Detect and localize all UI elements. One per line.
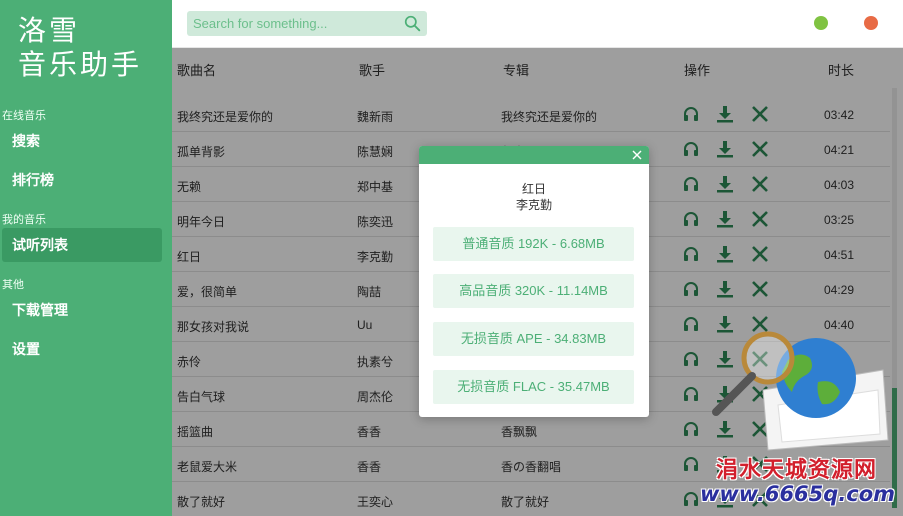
sidebar-item-charts[interactable]: 排行榜: [2, 163, 162, 197]
section-label-other: 其他: [2, 279, 24, 291]
app-title: 洛雪 音乐助手: [18, 14, 168, 82]
section-label-mine: 我的音乐: [2, 214, 46, 226]
sidebar-item-search[interactable]: 搜索: [2, 124, 162, 158]
quality-flac-button[interactable]: 无损音质 FLAC - 35.47MB: [433, 370, 634, 404]
watermark-logo-icon: [712, 331, 889, 451]
minimize-button[interactable]: [814, 16, 828, 30]
quality-320k-button[interactable]: 高品音质 320K - 11.14MB: [433, 274, 634, 308]
dialog-song-title: 红日: [521, 182, 546, 196]
watermark-text: 涓水天城资源网: [716, 457, 878, 483]
sidebar-item-downloads[interactable]: 下载管理: [2, 293, 162, 327]
quality-192k-button[interactable]: 普通音质 192K - 6.68MB: [433, 227, 634, 261]
app-title-line2: 音乐助手: [18, 48, 143, 81]
watermark-url: www.6665q.com: [700, 482, 896, 506]
app-title-line1: 洛雪: [18, 14, 81, 47]
dialog-artist: 李克勤: [515, 198, 552, 212]
quality-ape-button[interactable]: 无损音质 APE - 34.83MB: [433, 322, 634, 356]
close-icon[interactable]: [631, 149, 643, 161]
section-label-online: 在线音乐: [2, 110, 46, 122]
search-input[interactable]: [187, 11, 397, 36]
top-bar: [172, 0, 903, 48]
search-box: [187, 11, 427, 36]
sidebar: 洛雪 音乐助手 在线音乐 搜索 排行榜 我的音乐 试听列表 其他 下载管理 设置: [0, 0, 172, 516]
dialog-header: [419, 146, 649, 164]
sidebar-item-settings[interactable]: 设置: [2, 332, 162, 366]
download-quality-dialog: 红日 李克勤 普通音质 192K - 6.68MB 高品音质 320K - 11…: [419, 146, 649, 417]
sidebar-item-playlist[interactable]: 试听列表: [2, 228, 162, 262]
close-window-button[interactable]: [864, 16, 878, 30]
search-icon[interactable]: [404, 15, 421, 32]
